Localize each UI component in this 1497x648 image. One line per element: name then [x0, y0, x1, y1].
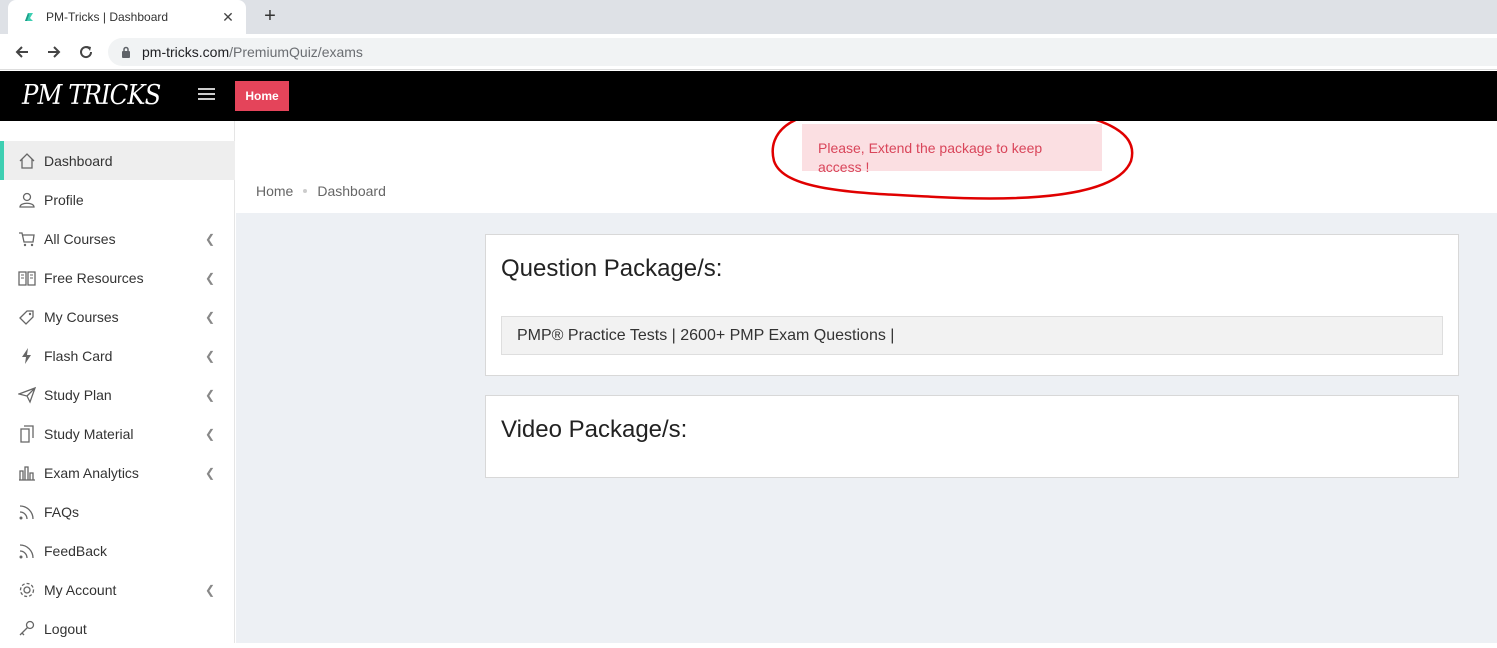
home-button[interactable]: Home	[235, 81, 289, 111]
sidebar-item-faqs[interactable]: FAQs	[0, 492, 235, 531]
home-icon	[18, 152, 36, 170]
copy-icon	[18, 424, 36, 443]
url-field[interactable]: pm-tricks.com/PremiumQuiz/exams	[108, 38, 1497, 66]
address-bar: pm-tricks.com/PremiumQuiz/exams	[0, 34, 1497, 70]
sidebar-item-free-resources[interactable]: Free Resources ❮	[0, 258, 235, 297]
video-packages-title: Video Package/s:	[501, 416, 688, 443]
chevron-left-icon: ❮	[204, 582, 216, 597]
question-packages-card: Question Package/s: PMP® Practice Tests …	[485, 234, 1459, 376]
chevron-left-icon: ❮	[204, 309, 216, 324]
reload-button[interactable]	[75, 41, 97, 63]
tab-title: PM-Tricks | Dashboard	[46, 10, 169, 24]
breadcrumb-current: Dashboard	[317, 183, 386, 199]
content-header: Please, Extend the package to keep acces…	[236, 121, 1497, 213]
sidebar-item-logout[interactable]: Logout	[0, 609, 235, 648]
sidebar-item-label: All Courses	[44, 230, 116, 247]
rss-icon	[18, 542, 36, 560]
sidebar-item-feedback[interactable]: FeedBack	[0, 531, 235, 570]
sidebar-item-study-material[interactable]: Study Material ❮	[0, 414, 235, 453]
sidebar-item-label: Study Material	[44, 425, 134, 442]
chevron-left-icon: ❮	[204, 465, 216, 480]
gear-icon	[18, 581, 36, 599]
sidebar-item-my-account[interactable]: My Account ❮	[0, 570, 235, 609]
question-package-item[interactable]: PMP® Practice Tests | 2600+ PMP Exam Que…	[501, 316, 1443, 355]
site-favicon-icon	[23, 11, 35, 23]
sidebar-item-label: Free Resources	[44, 269, 144, 286]
question-packages-title: Question Package/s:	[501, 255, 723, 282]
browser-tab[interactable]: PM-Tricks | Dashboard ✕	[8, 0, 246, 34]
forward-button[interactable]	[43, 41, 65, 63]
hamburger-menu-icon[interactable]	[198, 88, 215, 102]
sidebar-item-label: Dashboard	[44, 152, 113, 169]
browser-tab-bar: PM-Tricks | Dashboard ✕ +	[0, 0, 1497, 34]
sidebar-item-flash-card[interactable]: Flash Card ❮	[0, 336, 235, 375]
site-header: PM TRICKS Home	[0, 71, 1497, 121]
sidebar-item-label: Profile	[44, 191, 84, 208]
sidebar-item-label: My Courses	[44, 308, 119, 325]
video-packages-card: Video Package/s:	[485, 395, 1459, 478]
url-host: pm-tricks.com	[142, 44, 230, 60]
paper-plane-icon	[18, 386, 36, 404]
sidebar-item-label: Exam Analytics	[44, 464, 139, 481]
user-icon	[18, 191, 36, 209]
chevron-left-icon: ❮	[204, 426, 216, 441]
package-expiry-alert: Please, Extend the package to keep acces…	[802, 124, 1102, 175]
sidebar-item-label: My Account	[44, 581, 117, 598]
sidebar-item-label: Study Plan	[44, 386, 112, 403]
sidebar: Dashboard Profile All Courses ❮ Free Res…	[0, 121, 235, 643]
sidebar-item-exam-analytics[interactable]: Exam Analytics ❮	[0, 453, 235, 492]
chevron-left-icon: ❮	[204, 270, 216, 285]
sidebar-item-label: FAQs	[44, 503, 80, 520]
sidebar-item-profile[interactable]: Profile	[0, 180, 235, 219]
sidebar-item-study-plan[interactable]: Study Plan ❮	[0, 375, 235, 414]
reload-icon	[80, 46, 93, 59]
sidebar-item-label: Logout	[44, 620, 87, 637]
sidebar-item-dashboard[interactable]: Dashboard	[0, 141, 235, 180]
breadcrumb-home-link[interactable]: Home	[256, 183, 293, 199]
new-tab-button[interactable]: +	[258, 5, 282, 29]
arrow-left-icon	[15, 46, 28, 58]
breadcrumb: Home Dashboard	[256, 183, 386, 199]
cart-icon	[18, 230, 36, 248]
back-button[interactable]	[11, 41, 33, 63]
rss-icon	[18, 503, 36, 521]
arrow-right-icon	[48, 46, 61, 58]
tag-icon	[18, 308, 36, 326]
sidebar-item-label: Flash Card	[44, 347, 113, 364]
sidebar-item-my-courses[interactable]: My Courses ❮	[0, 297, 235, 336]
tab-close-icon[interactable]: ✕	[220, 9, 236, 26]
main-content: Please, Extend the package to keep acces…	[236, 121, 1497, 643]
breadcrumb-separator	[303, 189, 308, 193]
url-path: /PremiumQuiz/exams	[229, 44, 363, 60]
sidebar-item-label: FeedBack	[44, 542, 108, 559]
lock-icon	[122, 46, 130, 58]
key-icon	[18, 620, 36, 638]
sidebar-item-all-courses[interactable]: All Courses ❮	[0, 219, 235, 258]
bar-chart-icon	[18, 464, 36, 482]
chevron-left-icon: ❮	[204, 231, 216, 246]
chevron-left-icon: ❮	[204, 348, 216, 363]
chevron-left-icon: ❮	[204, 387, 216, 402]
book-icon	[18, 269, 36, 287]
bolt-icon	[18, 347, 36, 365]
site-logo[interactable]: PM TRICKS	[22, 80, 161, 111]
